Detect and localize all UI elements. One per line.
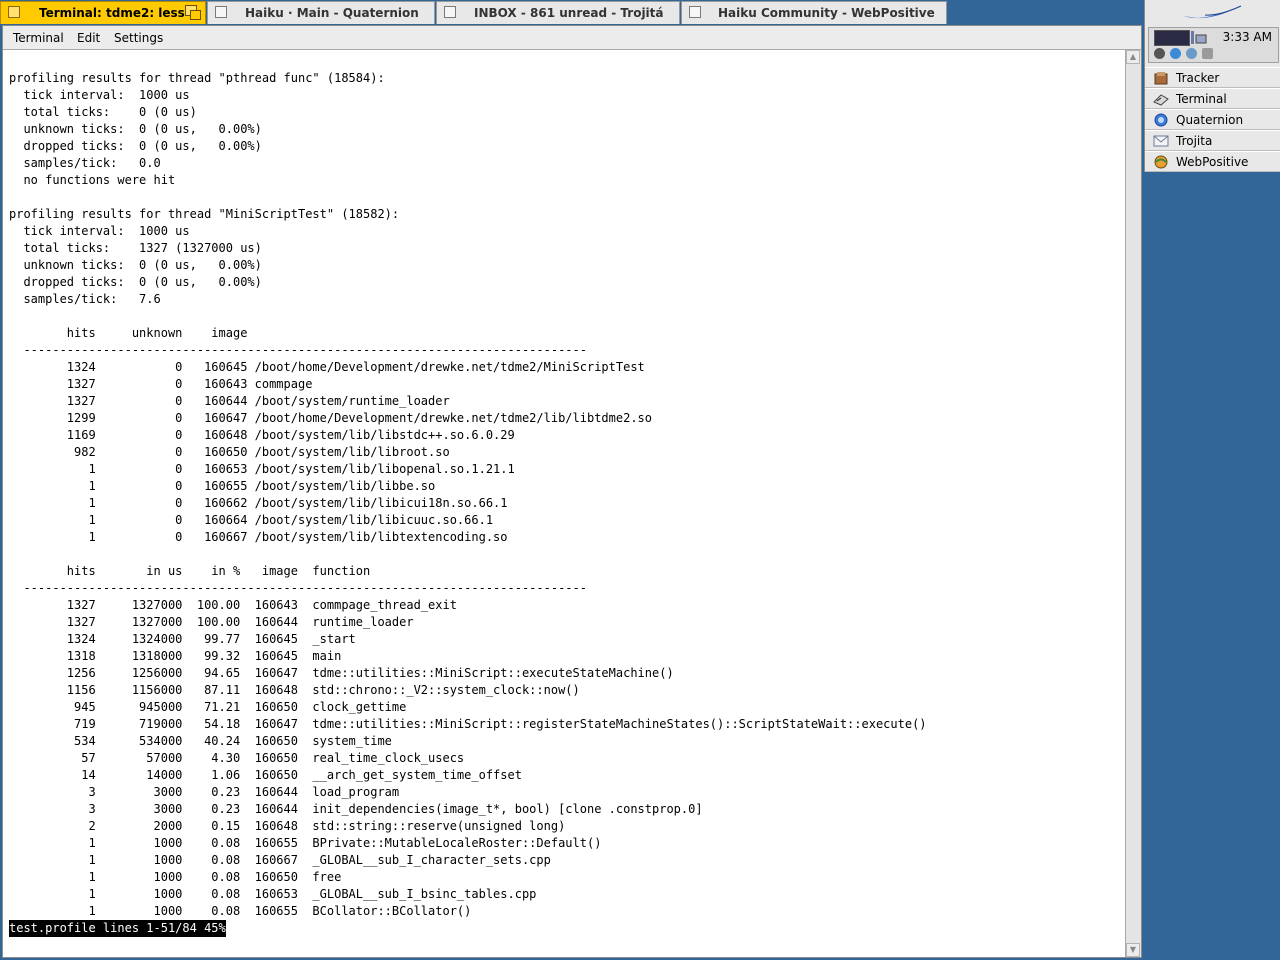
terminal-line: 534 534000 40.24 160650 system_time <box>9 734 392 748</box>
less-status-line: test.profile lines 1-51/84 45% <box>9 920 226 937</box>
terminal-line: total ticks: 1327 (1327000 us) <box>9 241 262 255</box>
terminal-line: profiling results for thread "pthread fu… <box>9 71 385 85</box>
terminal-line: 57 57000 4.30 160650 real_time_clock_use… <box>9 751 465 765</box>
tray-app-icon[interactable] <box>1202 48 1213 59</box>
tab-quaternion[interactable]: Haiku · Main - Quaternion <box>207 1 435 24</box>
status-icon[interactable] <box>1170 48 1181 59</box>
close-box-icon[interactable] <box>444 6 456 18</box>
tab-title: Haiku Community - WebPositive <box>718 6 935 20</box>
deskbar-item-label: Terminal <box>1176 92 1227 106</box>
terminal-line: 1 1000 0.08 160653 _GLOBAL__sub_I_bsinc_… <box>9 887 537 901</box>
terminal-line: 1324 0 160645 /boot/home/Development/dre… <box>9 360 645 374</box>
tab-trojita[interactable]: INBOX - 861 unread - Trojitá <box>436 1 680 24</box>
close-box-icon[interactable] <box>215 6 227 18</box>
terminal-line: tick interval: 1000 us <box>9 224 190 238</box>
terminal-line: 1 0 160664 /boot/system/lib/libicuuc.so.… <box>9 513 494 527</box>
vertical-scrollbar[interactable]: ▲ ▼ <box>1125 50 1141 957</box>
deskbar-item-label: WebPositive <box>1176 155 1249 169</box>
terminal-line: 1 0 160655 /boot/system/lib/libbe.so <box>9 479 436 493</box>
terminal-line: 2 2000 0.15 160648 std::string::reserve(… <box>9 819 566 833</box>
terminal-line: ----------------------------------------… <box>9 343 587 357</box>
network-icon[interactable] <box>1190 30 1208 45</box>
terminal-line: 719 719000 54.18 160647 tdme::utilities:… <box>9 717 927 731</box>
webpositive-icon <box>1154 155 1168 169</box>
terminal-line: dropped ticks: 0 (0 us, 0.00%) <box>9 139 262 153</box>
terminal-line: hits in us in % image function <box>9 564 371 578</box>
terminal-line: 982 0 160650 /boot/system/lib/libroot.so <box>9 445 450 459</box>
terminal-line: 1299 0 160647 /boot/home/Development/dre… <box>9 411 652 425</box>
deskbar-item-terminal[interactable]: Terminal <box>1145 88 1280 109</box>
terminal-line: 1 1000 0.08 160655 BPrivate::MutableLoca… <box>9 836 602 850</box>
terminal-line: 1327 0 160643 commpage <box>9 377 313 391</box>
tab-title: INBOX - 861 unread - Trojitá <box>474 6 664 20</box>
terminal-line: 1156 1156000 87.11 160648 std::chrono::_… <box>9 683 580 697</box>
deskbar-item-webpositive[interactable]: WebPositive <box>1145 151 1280 172</box>
terminal-line: 1 1000 0.08 160650 free <box>9 870 342 884</box>
tab-webpositive[interactable]: Haiku Community - WebPositive <box>681 1 947 24</box>
terminal-line: 1 1000 0.08 160667 _GLOBAL__sub_I_charac… <box>9 853 551 867</box>
terminal-line: 1256 1256000 94.65 160647 tdme::utilitie… <box>9 666 674 680</box>
menu-bar: Terminal Edit Settings <box>3 26 1141 50</box>
tracker-icon <box>1154 72 1168 85</box>
terminal-line: 1324 1324000 99.77 160645 _start <box>9 632 356 646</box>
tab-terminal[interactable]: Terminal: tdme2: less <box>0 1 206 24</box>
terminal-line: hits unknown image <box>9 326 248 340</box>
scroll-up-icon[interactable]: ▲ <box>1126 50 1140 64</box>
close-box-icon[interactable] <box>689 6 701 18</box>
deskbar-item-label: Tracker <box>1176 71 1220 85</box>
system-tray: 3:33 AM <box>1148 27 1279 63</box>
deskbar-item-label: Trojita <box>1176 134 1213 148</box>
menu-settings[interactable]: Settings <box>114 31 163 45</box>
close-box-icon[interactable] <box>8 6 20 18</box>
terminal-line: 1327 1327000 100.00 160644 runtime_loade… <box>9 615 414 629</box>
terminal-line: samples/tick: 7.6 <box>9 292 161 306</box>
terminal-line: 14 14000 1.06 160650 __arch_get_system_t… <box>9 768 522 782</box>
haiku-leaf-icon <box>1183 5 1243 19</box>
menu-edit[interactable]: Edit <box>77 31 100 45</box>
terminal-line: dropped ticks: 0 (0 us, 0.00%) <box>9 275 262 289</box>
terminal-line: no functions were hit <box>9 173 176 187</box>
terminal-line: 1 0 160653 /boot/system/lib/libopenal.so… <box>9 462 515 476</box>
terminal-line: 3 3000 0.23 160644 init_dependencies(ima… <box>9 802 703 816</box>
terminal-line: unknown ticks: 0 (0 us, 0.00%) <box>9 258 262 272</box>
deskbar-item-label: Quaternion <box>1176 113 1244 127</box>
tab-title: Terminal: tdme2: less <box>39 6 185 20</box>
terminal-line: 1 0 160667 /boot/system/lib/libtextencod… <box>9 530 508 544</box>
terminal-line: profiling results for thread "MiniScript… <box>9 207 400 221</box>
tab-title: Haiku · Main - Quaternion <box>245 6 419 20</box>
terminal-icon <box>1153 94 1169 106</box>
zoom-box-icon[interactable] <box>185 5 201 20</box>
deskbar-item-tracker[interactable]: Tracker <box>1145 67 1280 88</box>
scroll-down-icon[interactable]: ▼ <box>1126 943 1140 957</box>
terminal-line: 1169 0 160648 /boot/system/lib/libstdc++… <box>9 428 515 442</box>
terminal-line: 945 945000 71.21 160650 clock_gettime <box>9 700 407 714</box>
menu-terminal[interactable]: Terminal <box>13 31 64 45</box>
terminal-line: total ticks: 0 (0 us) <box>9 105 197 119</box>
terminal-line: 1327 0 160644 /boot/system/runtime_loade… <box>9 394 450 408</box>
terminal-line: unknown ticks: 0 (0 us, 0.00%) <box>9 122 262 136</box>
clock[interactable]: 3:33 AM <box>1223 30 1272 44</box>
terminal-line: 1327 1327000 100.00 160643 commpage_thre… <box>9 598 457 612</box>
deskbar-item-trojita[interactable]: Trojita <box>1145 130 1280 151</box>
terminal-line: 1318 1318000 99.32 160645 main <box>9 649 342 663</box>
terminal-line: 1 0 160662 /boot/system/lib/libicui18n.s… <box>9 496 508 510</box>
terminal-line: 3 3000 0.23 160644 load_program <box>9 785 400 799</box>
window-tabs: Terminal: tdme2: less Haiku · Main - Qua… <box>0 0 948 25</box>
terminal-line: samples/tick: 0.0 <box>9 156 161 170</box>
replicant-icon[interactable] <box>1186 48 1197 59</box>
terminal-line: tick interval: 1000 us <box>9 88 190 102</box>
terminal-line: 1 1000 0.08 160655 BCollator::BCollator(… <box>9 904 472 918</box>
cpu-meter-icon[interactable] <box>1154 30 1190 46</box>
trojita-icon <box>1153 135 1169 147</box>
deskbar: 3:33 AM Tracker Terminal Quaternion Troj… <box>1144 0 1280 172</box>
terminal-line: ----------------------------------------… <box>9 581 587 595</box>
terminal-window: Terminal Edit Settings profiling results… <box>2 25 1142 958</box>
haiku-leaf-menu[interactable] <box>1145 0 1280 27</box>
deskbar-item-quaternion[interactable]: Quaternion <box>1145 109 1280 130</box>
quaternion-icon <box>1154 113 1168 127</box>
terminal-output[interactable]: profiling results for thread "pthread fu… <box>9 70 1125 950</box>
volume-icon[interactable] <box>1154 48 1165 59</box>
